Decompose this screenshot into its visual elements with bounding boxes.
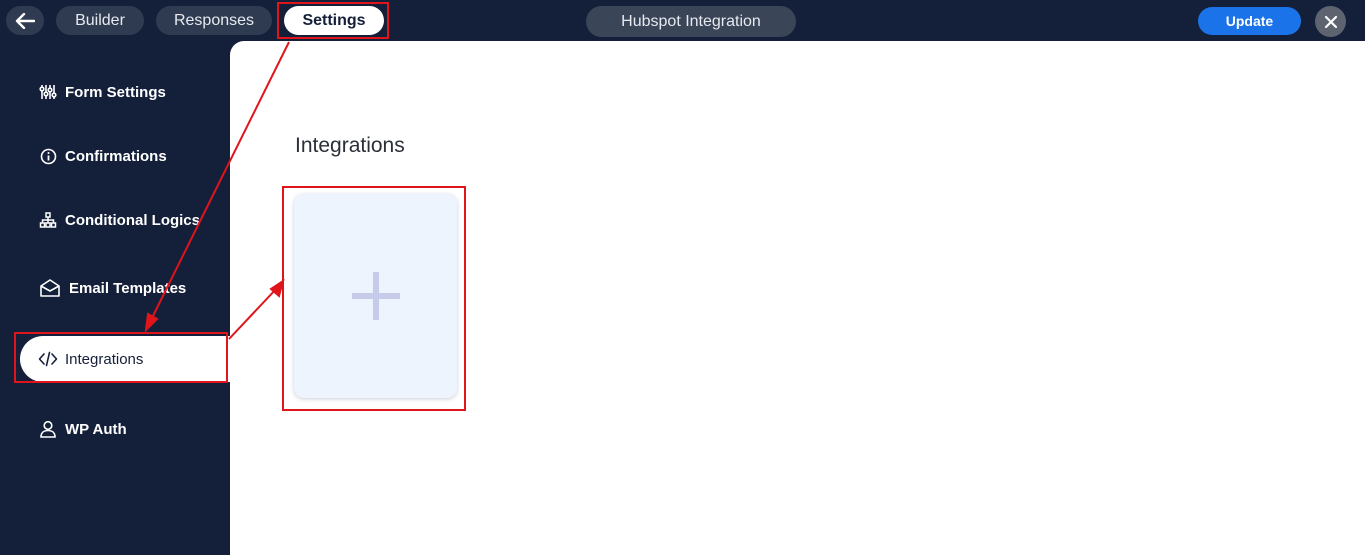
sidebar-item-wp-auth[interactable]: WP Auth [38,414,127,444]
back-button[interactable] [6,6,44,35]
sidebar-item-confirmations[interactable]: Confirmations [38,141,167,171]
sliders-icon [38,82,58,102]
code-icon [38,349,58,369]
tab-responses[interactable]: Responses [156,6,272,35]
tab-settings[interactable]: Settings [284,6,384,35]
sidebar-item-label: WP Auth [65,420,127,438]
sitemap-icon [38,210,58,230]
sidebar-item-integrations[interactable]: Integrations [20,336,246,382]
close-button[interactable] [1315,6,1346,37]
close-icon [1324,15,1337,28]
top-bar: Builder Responses Settings Hubspot Integ… [0,0,1365,41]
sidebar-item-conditional-logics[interactable]: Conditional Logics [38,205,200,235]
sidebar-item-label: Confirmations [65,147,167,165]
sidebar-item-label: Email Templates [69,279,187,297]
sidebar-item-email-templates[interactable]: Email Templates [38,273,186,303]
arrow-left-icon [15,12,35,29]
add-integration-card[interactable] [294,194,457,398]
settings-sidebar: Form Settings Confirmations Conditional … [0,41,246,555]
sidebar-item-label: Integrations [65,350,144,368]
tab-builder[interactable]: Builder [56,6,144,35]
envelope-open-icon [38,278,62,298]
user-icon [38,419,58,439]
main-content: Integrations [230,41,1365,555]
info-circle-icon [38,146,58,166]
sidebar-item-label: Conditional Logics [65,211,200,229]
update-button[interactable]: Update [1198,7,1301,35]
plus-icon [351,272,400,320]
sidebar-item-form-settings[interactable]: Form Settings [38,77,166,107]
page-title: Integrations [295,134,405,157]
sidebar-item-label: Form Settings [65,83,166,101]
form-title[interactable]: Hubspot Integration [586,6,796,37]
